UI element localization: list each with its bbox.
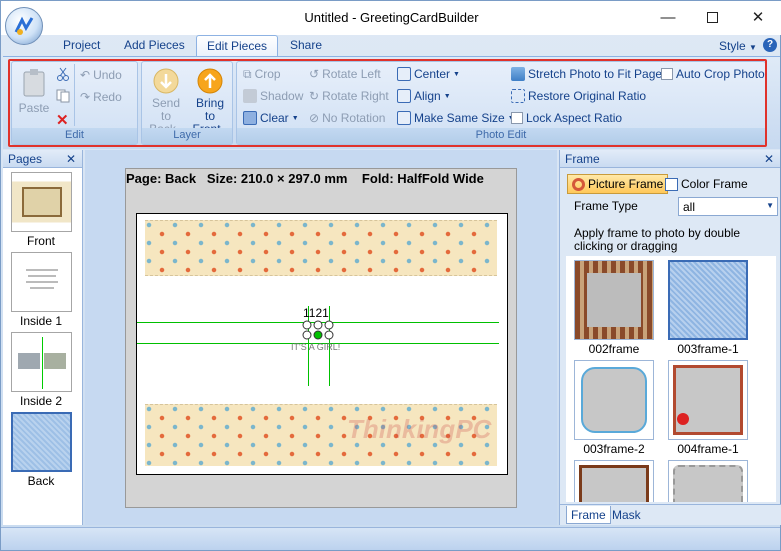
help-icon[interactable]: ? xyxy=(763,38,777,52)
frame-thumb-003frame-2[interactable] xyxy=(574,360,654,440)
app-logo-icon xyxy=(14,16,34,35)
page-background: Page: Back Size: 210.0 × 297.0 mm Fold: … xyxy=(125,168,517,508)
frame-label: 003frame-1 xyxy=(677,342,739,356)
color-frame-toggle[interactable]: Color Frame xyxy=(665,175,748,193)
frame-thumb-plain[interactable] xyxy=(668,460,748,502)
page-label-inside-1: Inside 1 xyxy=(19,314,63,328)
frame-panel: Frame ✕ Picture Frame Color Frame Frame … xyxy=(559,150,781,525)
frame-label: 002frame xyxy=(588,342,640,356)
frame-thumb-holiday[interactable] xyxy=(574,460,654,502)
page-thumb-inside-2[interactable] xyxy=(11,332,72,392)
page-label-back: Back xyxy=(27,474,55,488)
title-bar: Untitled - GreetingCardBuilder — ✕ xyxy=(1,1,781,35)
tab-mask[interactable]: Mask xyxy=(608,506,645,524)
style-menu-label: Style xyxy=(719,39,746,53)
page-label-inside-2: Inside 2 xyxy=(19,394,63,408)
maximize-button[interactable] xyxy=(692,5,732,29)
thumb-photo xyxy=(18,353,40,369)
page-label-front: Front xyxy=(26,234,55,248)
tab-frame[interactable]: Frame xyxy=(566,506,611,524)
close-icon: ✕ xyxy=(751,9,765,26)
pages-panel-title: Pages xyxy=(8,152,43,166)
thumb-guide xyxy=(42,337,43,389)
minimize-button[interactable]: — xyxy=(648,5,688,29)
frame-thumb-002frame[interactable] xyxy=(574,260,654,340)
color-frame-label: Color Frame xyxy=(681,177,748,191)
frame-hint: Apply frame to photo by double clicking … xyxy=(574,226,741,253)
frame-label: 004frame-1 xyxy=(677,442,739,456)
thumb-line xyxy=(28,275,56,277)
canvas-area: Page: Back Size: 210.0 × 297.0 mm Fold: … xyxy=(85,150,557,525)
app-window: Untitled - GreetingCardBuilder — ✕ Proje… xyxy=(0,0,781,551)
app-menu-button[interactable] xyxy=(5,7,43,45)
picture-frame-label: Picture Frame xyxy=(588,177,664,191)
tab-share[interactable]: Share xyxy=(280,35,332,56)
status-bar xyxy=(1,527,780,550)
frame-panel-header: Frame ✕ xyxy=(560,150,780,168)
close-icon[interactable]: ✕ xyxy=(764,150,774,168)
frame-inner xyxy=(673,465,743,502)
watermark: ThinkingPC xyxy=(347,414,492,444)
thumb-photo xyxy=(22,187,62,217)
minimize-icon: — xyxy=(660,8,676,26)
frame-inner xyxy=(581,367,647,433)
page-info: Page: Back Size: 210.0 × 297.0 mm Fold: … xyxy=(126,171,484,186)
close-icon[interactable]: ✕ xyxy=(66,150,76,168)
style-menu[interactable]: Style ▼ xyxy=(719,39,757,53)
card-page: 1121 IT'S A GIRL! ThinkingPC xyxy=(136,213,508,475)
frame-bottom-tabs: Frame Mask xyxy=(560,504,781,525)
thumb-photo xyxy=(44,353,66,369)
page-thumb-inside-1[interactable] xyxy=(11,252,72,312)
chevron-down-icon: ▼ xyxy=(766,201,774,210)
maximize-icon xyxy=(706,11,718,23)
frame-label: 003frame-2 xyxy=(583,442,645,456)
frame-type-select[interactable]: all ▼ xyxy=(678,197,778,216)
top-pattern-band[interactable] xyxy=(145,220,497,276)
tab-project[interactable]: Project xyxy=(53,35,110,56)
pages-panel: Pages ✕ Front Inside 1 Inside 2 Back xyxy=(3,150,83,525)
frame-thumb-004frame-1[interactable] xyxy=(668,360,748,440)
frame-thumb-003frame-1[interactable] xyxy=(668,260,748,340)
frame-panel-title: Frame xyxy=(565,152,600,166)
close-button[interactable]: ✕ xyxy=(738,5,778,29)
tab-edit-pieces[interactable]: Edit Pieces xyxy=(196,35,279,57)
page-thumb-back[interactable] xyxy=(11,412,72,472)
number-text[interactable]: 1121 xyxy=(303,306,329,320)
chevron-down-icon: ▼ xyxy=(749,43,757,52)
frame-type-value: all xyxy=(683,200,696,214)
page-thumb-front[interactable] xyxy=(11,172,72,232)
selection-handles[interactable] xyxy=(301,320,341,342)
ribbon-tabs: Project Add Pieces Edit Pieces Share Sty… xyxy=(1,35,781,57)
color-frame-icon xyxy=(665,177,678,191)
frame-inner xyxy=(579,465,649,502)
frame-type-label: Frame Type xyxy=(574,199,638,213)
bow-icon xyxy=(677,413,689,425)
caption-text[interactable]: IT'S A GIRL! xyxy=(291,342,340,352)
thumb-line xyxy=(26,269,58,271)
frame-inner xyxy=(587,273,641,327)
thumb-line xyxy=(26,281,58,283)
tab-add-pieces[interactable]: Add Pieces xyxy=(114,35,195,56)
picture-frame-toggle[interactable]: Picture Frame xyxy=(567,174,669,194)
thumb-line xyxy=(30,287,54,289)
picture-frame-icon xyxy=(572,177,585,191)
frame-gallery: 002frame 003frame-1 003frame-2 004frame-… xyxy=(566,256,776,502)
ribbon-highlight xyxy=(8,59,767,147)
pages-panel-header: Pages ✕ xyxy=(3,150,82,168)
